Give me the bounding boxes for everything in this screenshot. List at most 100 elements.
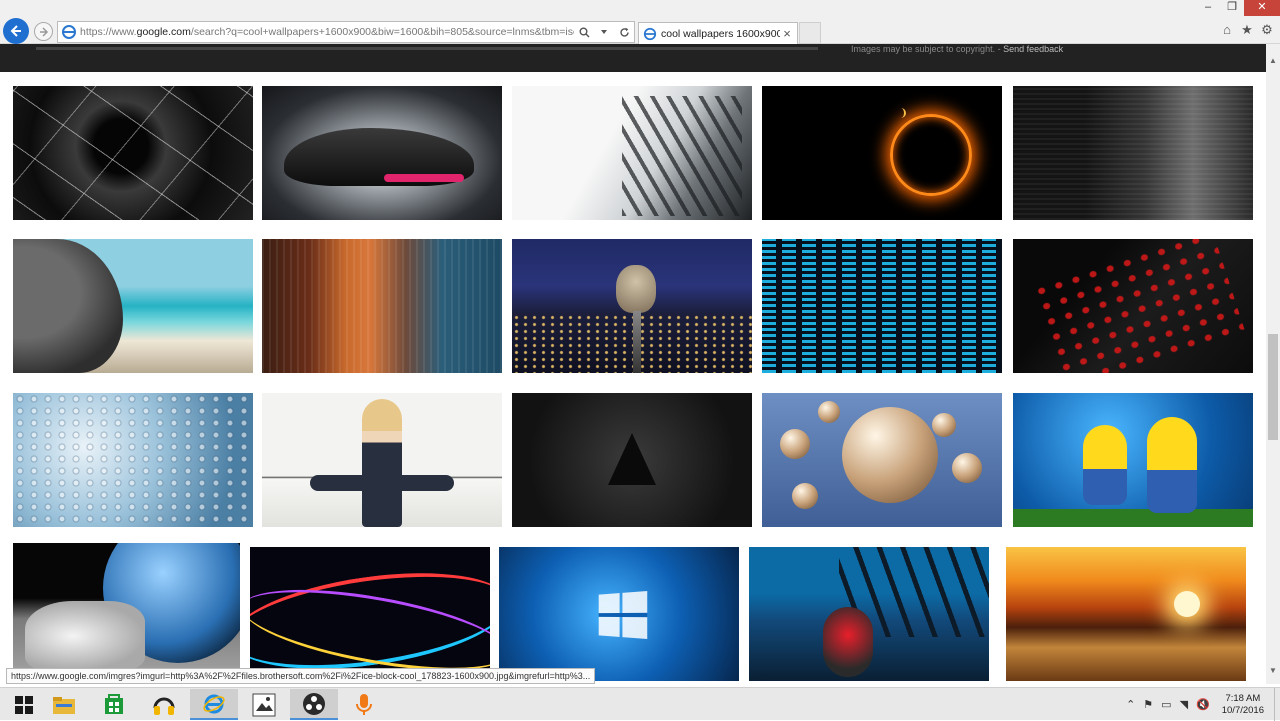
sphere-large (842, 407, 938, 503)
forward-arrow-icon (39, 26, 48, 37)
vertical-scrollbar[interactable]: ▲ ▼ (1266, 44, 1280, 684)
url-prefix: https://www. (80, 26, 137, 38)
recorder-icon (356, 693, 372, 715)
cat-shape (616, 265, 656, 313)
tab-close-button[interactable]: × (780, 26, 794, 41)
ie-page-icon (62, 25, 76, 39)
search-button[interactable] (577, 25, 591, 39)
status-link-preview: https://www.google.com/imgres?imgurl=htt… (6, 668, 596, 684)
car-shape (284, 128, 474, 186)
sphere-small (952, 453, 982, 483)
clock-time: 7:18 AM (1225, 692, 1261, 704)
command-icons: ⌂ ★ ⚙ (1220, 22, 1274, 38)
windows-logo-icon (598, 591, 648, 639)
action-center-flag-icon[interactable]: ⚑ (1143, 698, 1153, 711)
close-window-button[interactable]: ✕ (1244, 0, 1280, 16)
minimize-button[interactable]: – (1196, 0, 1220, 16)
image-result-blue-cubes[interactable] (762, 239, 1002, 373)
image-result-abstract-silver[interactable] (512, 86, 752, 220)
image-result-sunset-beach[interactable] (1006, 547, 1246, 681)
image-result-astronaut[interactable] (13, 543, 240, 681)
crescent (896, 108, 906, 118)
image-result-color-waves[interactable] (250, 547, 490, 681)
dropdown-button[interactable] (597, 25, 611, 39)
copyright-text: Images may be subject to copyright. (851, 44, 996, 54)
scroll-up-icon[interactable]: ▲ (1269, 56, 1277, 65)
scroll-down-icon[interactable]: ▼ (1269, 666, 1277, 675)
system-tray: ⌃ ⚑ ▭ ◥ 🔇 7:18 AM 10/7/2016 (1122, 688, 1280, 721)
sun-shape (1174, 591, 1200, 617)
forward-button[interactable] (34, 22, 53, 41)
minion-shape (1147, 417, 1197, 513)
taskbar-image-editor[interactable] (240, 689, 288, 720)
image-result-color-blur[interactable] (262, 239, 502, 373)
figure-shape (362, 399, 402, 527)
ie-tab-icon (643, 27, 657, 40)
clock[interactable]: 7:18 AM 10/7/2016 (1222, 693, 1264, 717)
address-url[interactable]: https://www.google.com/search?q=cool+wal… (80, 26, 574, 38)
taskbar-recorder[interactable] (340, 689, 388, 720)
address-bar[interactable]: https://www.google.com/search?q=cool+wal… (57, 21, 635, 43)
browser-chrome: https://www.google.com/search?q=cool+wal… (0, 0, 1280, 44)
image-result-cat-city[interactable] (512, 239, 752, 373)
back-arrow-icon (10, 25, 21, 37)
grass-shape (1013, 509, 1253, 527)
bike-shape (823, 607, 873, 677)
send-feedback-link[interactable]: Send feedback (1003, 44, 1063, 54)
url-rest: /search?q=cool+wallpapers+1600x900&biw=1… (190, 26, 574, 38)
home-icon[interactable]: ⌂ (1220, 22, 1234, 38)
image-result-eclipse[interactable] (762, 86, 1002, 220)
taskbar-file-explorer[interactable] (40, 689, 88, 720)
new-tab-button[interactable] (799, 22, 821, 44)
url-host: google.com (136, 26, 191, 38)
strip-divider (36, 47, 818, 50)
internet-explorer-icon (203, 694, 225, 713)
battery-icon[interactable]: ▭ (1161, 698, 1171, 711)
restore-button[interactable]: ❐ (1220, 0, 1244, 16)
results-header-strip: Images may be subject to copyright. - Se… (0, 44, 1266, 72)
image-editor-icon (252, 693, 276, 716)
favorites-icon[interactable]: ★ (1240, 22, 1254, 38)
taskbar-internet-explorer[interactable] (190, 689, 238, 720)
refresh-button[interactable] (617, 25, 631, 39)
search-icon (579, 27, 589, 37)
image-result-woman[interactable] (262, 393, 502, 527)
window-controls: – ❐ ✕ (1196, 0, 1280, 16)
network-icon[interactable]: ◥ (1180, 698, 1188, 711)
taskbar-obs[interactable] (290, 689, 338, 720)
image-result-cracked-glass[interactable] (13, 86, 253, 220)
image-result-windows-logo[interactable] (499, 547, 739, 681)
back-button[interactable] (3, 18, 29, 44)
astronaut-shape (25, 601, 145, 671)
assassin-logo-shape (608, 433, 656, 485)
taskbar-audio-app[interactable] (140, 689, 188, 720)
image-result-spheres[interactable] (762, 393, 1002, 527)
image-result-ice-block[interactable] (13, 393, 253, 527)
audio-app-icon (153, 697, 175, 715)
tab-active[interactable]: cool wallpapers 1600x900 - ... × (638, 22, 798, 44)
image-result-beach-cave[interactable] (13, 239, 253, 373)
image-result-motorbike[interactable] (749, 547, 989, 681)
image-result-batman[interactable] (1013, 86, 1253, 220)
tab-title: cool wallpapers 1600x900 - ... (661, 27, 780, 40)
sphere-small (792, 483, 818, 509)
clock-date: 10/7/2016 (1221, 704, 1264, 716)
image-result-concept-car[interactable] (262, 86, 502, 220)
image-result-minions[interactable] (1013, 393, 1253, 527)
taskbar-store[interactable] (90, 689, 138, 720)
sphere-small (932, 413, 956, 437)
tray-chevron-icon[interactable]: ⌃ (1126, 698, 1135, 711)
sphere-small (780, 429, 810, 459)
image-result-red-cubes[interactable] (1013, 239, 1253, 373)
start-icon (15, 695, 33, 714)
volume-muted-icon[interactable]: 🔇 (1196, 698, 1210, 711)
settings-gear-icon[interactable]: ⚙ (1260, 22, 1274, 38)
image-result-assassins-logo[interactable] (512, 393, 752, 527)
taskbar: ⌃ ⚑ ▭ ◥ 🔇 7:18 AM 10/7/2016 (0, 687, 1280, 721)
scroll-thumb[interactable] (1268, 334, 1278, 440)
file-explorer-icon (53, 696, 75, 714)
show-desktop-button[interactable] (1274, 688, 1280, 721)
separator-text: - (995, 44, 1004, 54)
store-icon (105, 693, 123, 714)
sphere-small (818, 401, 840, 423)
